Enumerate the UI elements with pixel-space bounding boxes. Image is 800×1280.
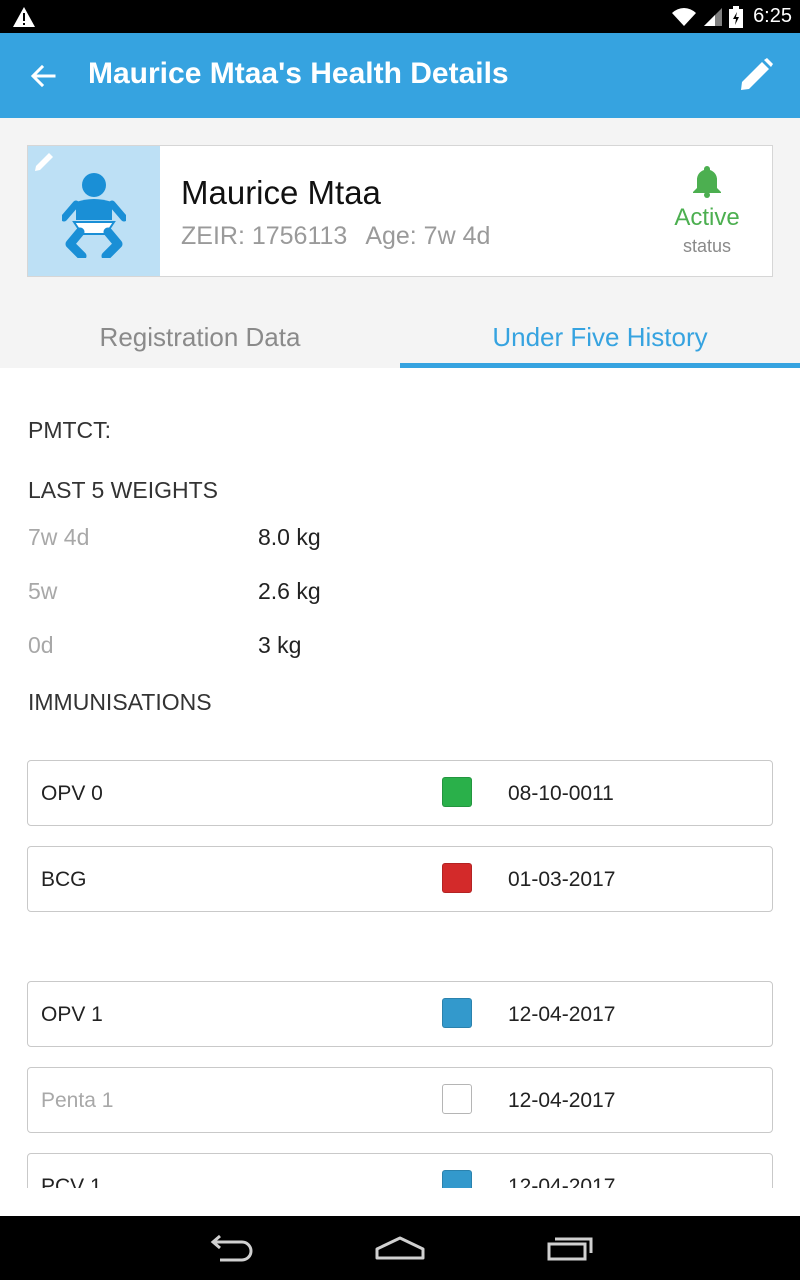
tab-bar: Registration Data Under Five History [0, 308, 800, 368]
vaccine-status-swatch [442, 863, 472, 893]
avatar[interactable] [28, 146, 160, 276]
weight-age: 0d [28, 632, 54, 658]
immunisation-card-pcv-1[interactable]: PCV 1 12-04-2017 [27, 1153, 773, 1188]
immunisation-card-opv-0[interactable]: OPV 0 08-10-0011 [27, 760, 773, 826]
child-age: Age: 7w 4d [365, 222, 491, 250]
status-bar: 6:25 [0, 0, 800, 33]
back-arrow-icon [30, 64, 56, 88]
weight-value: 2.6 kg [258, 578, 321, 604]
signal-icon [704, 7, 723, 26]
battery-icon [729, 5, 744, 28]
weight-age: 7w 4d [28, 524, 90, 550]
status-indicator: Active status [652, 164, 762, 257]
baby-icon [62, 173, 126, 258]
page-title: Maurice Mtaa's Health Details [88, 57, 509, 90]
profile-header: Maurice Mtaa ZEIR: 1756113 Age: 7w 4d Act… [0, 118, 800, 368]
vaccine-name: OPV 1 [41, 1003, 103, 1026]
weight-row: 7w 4d 8.0 kg [28, 524, 728, 564]
nav-recents-button[interactable] [540, 1230, 600, 1266]
back-nav-icon [210, 1234, 253, 1262]
child-meta: ZEIR: 1756113 Age: 7w 4d [181, 222, 490, 251]
vaccine-status-swatch [442, 998, 472, 1028]
weight-row: 5w 2.6 kg [28, 578, 728, 618]
weight-age: 5w [28, 578, 58, 604]
child-name: Maurice Mtaa [181, 174, 381, 211]
immunisation-card-opv-1[interactable]: OPV 1 12-04-2017 [27, 981, 773, 1047]
status-caption: status [682, 236, 732, 256]
pmtct-label: PMTCT: [28, 417, 112, 443]
nav-back-button[interactable] [200, 1230, 260, 1266]
weights-heading: LAST 5 WEIGHTS [28, 477, 219, 503]
edit-icon [741, 58, 773, 90]
app-bar: Maurice Mtaa's Health Details [0, 33, 800, 118]
vaccine-status-swatch [442, 1170, 472, 1188]
zeir-id: ZEIR: 1756113 [181, 222, 348, 250]
status-icons: 6:25 [671, 0, 792, 33]
profile-card: Maurice Mtaa ZEIR: 1756113 Age: 7w 4d Act… [27, 145, 773, 277]
vaccine-date: 12-04-2017 [508, 1089, 616, 1112]
vaccine-name: PCV 1 [41, 1175, 102, 1188]
status-time: 6:25 [753, 5, 792, 27]
weight-row: 0d 3 kg [28, 632, 728, 672]
immunisation-card-penta-1[interactable]: Penta 1 12-04-2017 [27, 1067, 773, 1133]
vaccine-name: Penta 1 [41, 1089, 114, 1112]
back-button[interactable] [22, 55, 64, 97]
tab-registration-data[interactable]: Registration Data [0, 308, 400, 368]
wifi-icon [672, 7, 697, 26]
vaccine-date: 12-04-2017 [508, 1003, 616, 1026]
immunisations-heading: IMMUNISATIONS [28, 689, 212, 715]
weight-value: 3 kg [258, 632, 302, 658]
status-badge: Active [674, 204, 740, 231]
under-five-history-panel[interactable]: PMTCT: LAST 5 WEIGHTS 7w 4d 8.0 kg 5w 2.… [0, 368, 800, 1188]
weight-value: 8.0 kg [258, 524, 321, 550]
edit-button[interactable] [734, 53, 778, 97]
navigation-bar [0, 1216, 800, 1280]
recents-icon [547, 1237, 593, 1261]
nav-home-button[interactable] [370, 1230, 430, 1266]
vaccine-status-swatch [442, 1084, 472, 1114]
tab-under-five-history[interactable]: Under Five History [400, 308, 800, 368]
bell-icon [693, 166, 721, 198]
vaccine-date: 08-10-0011 [508, 782, 614, 805]
home-icon [375, 1236, 425, 1260]
vaccine-date: 01-03-2017 [508, 868, 616, 891]
vaccine-name: OPV 0 [41, 782, 103, 805]
immunisation-card-bcg[interactable]: BCG 01-03-2017 [27, 846, 773, 912]
vaccine-status-swatch [442, 777, 472, 807]
pencil-icon[interactable] [32, 150, 56, 174]
vaccine-date: 12-04-2017 [508, 1175, 616, 1188]
warning-icon [13, 7, 35, 27]
vaccine-name: BCG [41, 868, 87, 891]
